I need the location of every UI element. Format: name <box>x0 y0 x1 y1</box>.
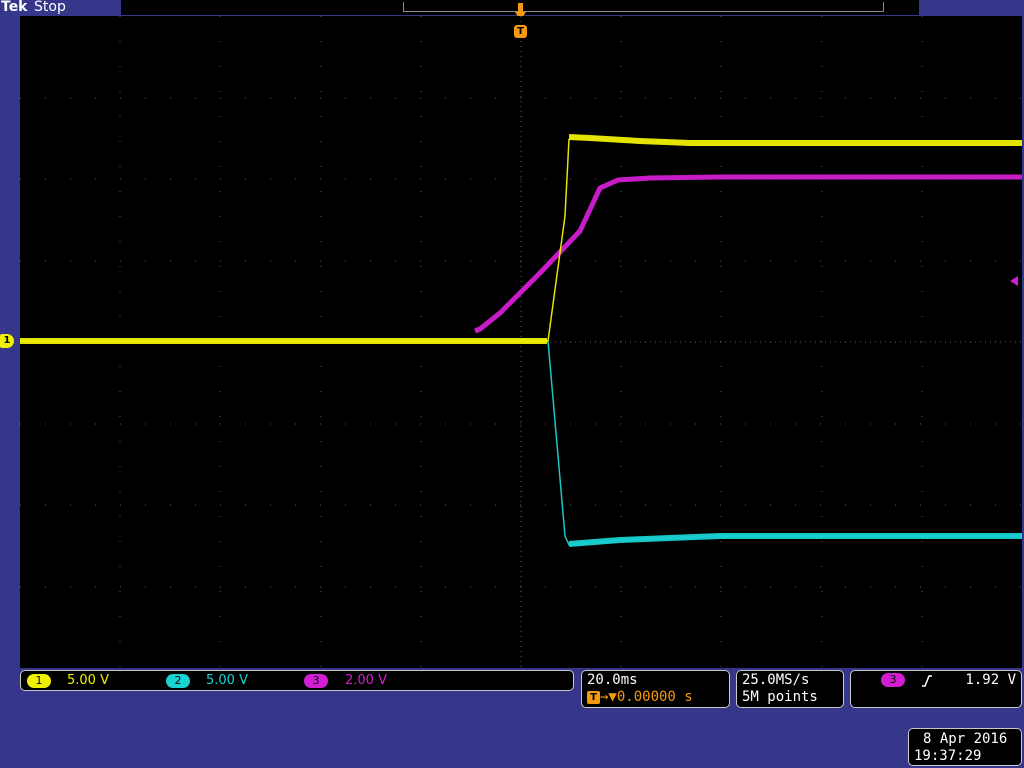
record-length: 5M points <box>742 689 818 705</box>
status-bar: Tek Stop <box>0 0 1024 16</box>
trigger-position-icon: T <box>587 691 600 704</box>
trigger-source-badge[interactable]: 3 <box>881 673 905 687</box>
horizontal-position-value: 0.00000 s <box>616 689 693 705</box>
horizontal-position[interactable]: →▼0.00000 s <box>600 689 693 705</box>
run-state-label[interactable]: Stop <box>34 0 66 15</box>
channel-readout-panel[interactable]: 1 5.00 V 2 5.00 V 3 2.00 V <box>20 670 574 691</box>
ch2-scale[interactable]: 5.00 V <box>206 673 248 689</box>
date-label: 8 Apr 2016 <box>923 731 1008 747</box>
ch1-trace <box>568 134 1022 146</box>
ch1-trace <box>20 138 570 342</box>
ch1-ground-marker[interactable]: 1 <box>0 334 14 348</box>
sample-rate: 25.0MS/s <box>742 672 810 688</box>
datetime-panel: 8 Apr 2016 19:37:29 <box>908 728 1022 766</box>
brand-label: Tek <box>1 0 28 15</box>
trigger-level[interactable]: 1.92 V <box>965 672 1016 688</box>
time-label: 19:37:29 <box>914 748 982 764</box>
record-view-window[interactable] <box>403 2 884 12</box>
ch3-badge[interactable]: 3 <box>304 674 328 688</box>
ch2-badge[interactable]: 2 <box>166 674 190 688</box>
horizontal-scale[interactable]: 20.0ms <box>587 672 638 688</box>
graticule <box>20 16 1022 668</box>
ch1-scale[interactable]: 5.00 V <box>67 673 109 689</box>
rising-edge-icon <box>922 675 932 687</box>
ch1-badge[interactable]: 1 <box>27 674 51 688</box>
ch3-scale[interactable]: 2.00 V <box>345 673 387 689</box>
trigger-position-marker[interactable]: T <box>514 25 527 38</box>
waveform-display[interactable] <box>20 16 1022 668</box>
acquisition-panel[interactable]: 25.0MS/s 5M points <box>736 670 844 708</box>
timebase-panel[interactable]: 20.0ms T →▼0.00000 s <box>581 670 730 708</box>
trigger-panel[interactable]: 3 1.92 V <box>850 670 1022 708</box>
ch2-trace <box>568 533 1022 547</box>
ch3-trace <box>474 174 1022 334</box>
trigger-level-arrow-icon <box>1010 276 1018 286</box>
